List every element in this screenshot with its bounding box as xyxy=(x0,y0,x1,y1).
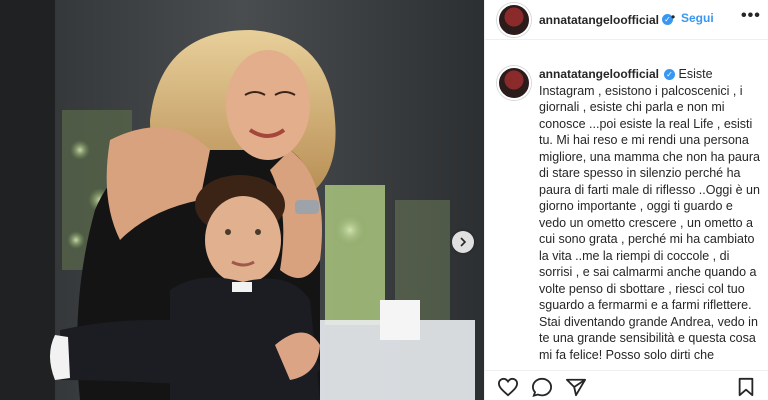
post-caption: annatatangeloofficial ✓ Esiste Instagram … xyxy=(539,66,761,363)
separator-dot: • xyxy=(671,10,676,24)
caption-avatar[interactable] xyxy=(497,66,531,100)
post-actions-bar xyxy=(485,370,768,400)
caption-text: Esiste Instagram , esistono i palcosceni… xyxy=(539,67,760,362)
paper-plane-icon[interactable] xyxy=(565,377,587,397)
post-photo[interactable] xyxy=(0,0,484,400)
post-header: annatatangeloofficial ✓ • Segui ••• xyxy=(485,0,768,40)
verified-badge-icon: ✓ xyxy=(664,69,676,81)
photo-illustration xyxy=(0,0,484,400)
heart-icon[interactable] xyxy=(497,377,519,397)
avatar[interactable] xyxy=(497,3,531,37)
next-photo-button[interactable] xyxy=(452,231,474,253)
account-name: annatatangeloofficial ✓ xyxy=(539,11,674,29)
username-link[interactable]: annatatangeloofficial xyxy=(539,13,659,27)
more-options-icon[interactable]: ••• xyxy=(741,7,761,25)
follow-button[interactable]: Segui xyxy=(681,11,714,25)
post-side-panel: annatatangeloofficial ✓ • Segui ••• annat… xyxy=(484,0,768,400)
bookmark-icon[interactable] xyxy=(737,377,755,397)
chevron-right-icon xyxy=(460,237,467,247)
caption-username[interactable]: annatatangeloofficial xyxy=(539,67,659,81)
comment-icon[interactable] xyxy=(531,377,553,397)
